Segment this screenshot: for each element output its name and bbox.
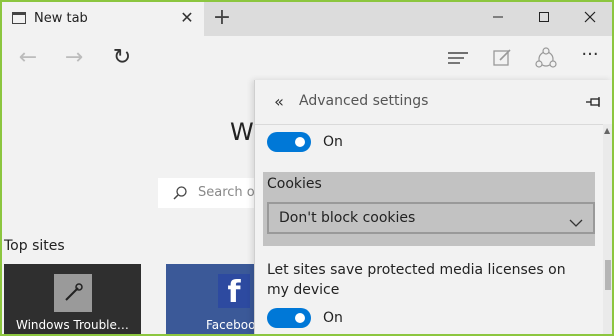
toggle-knob <box>295 137 305 147</box>
share-button[interactable] <box>532 44 560 72</box>
search-icon <box>172 185 188 205</box>
forward-button[interactable]: → <box>60 44 88 72</box>
cookies-setting: Cookies Don't block cookies <box>263 172 595 246</box>
top-sites-label: Top sites <box>4 238 65 254</box>
panel-title: Advanced settings <box>299 93 429 109</box>
media-licenses-label: Let sites save protected media licenses … <box>267 262 566 298</box>
cookies-dropdown[interactable]: Don't block cookies <box>267 202 595 234</box>
facebook-icon: f <box>218 274 250 310</box>
back-button[interactable]: ← <box>14 44 42 72</box>
browser-window: New tab ✕ + ← → ↻ ··· W Search or Top si… <box>0 0 614 336</box>
divider <box>255 124 603 125</box>
hub-button[interactable] <box>444 44 472 72</box>
panel-scrollbar[interactable]: ▲ <box>603 124 612 334</box>
toggle-knob <box>295 313 305 323</box>
web-note-button[interactable] <box>488 44 516 72</box>
chevron-down-icon <box>569 213 583 232</box>
tab-new-tab[interactable]: New tab ✕ <box>2 2 204 36</box>
search-input[interactable]: Search or <box>158 178 268 208</box>
back-icon[interactable]: « <box>269 92 289 112</box>
media-licenses-state-label: On <box>323 310 343 326</box>
minimize-button[interactable] <box>488 9 508 29</box>
new-tab-button[interactable]: + <box>210 6 234 32</box>
toggle-state-label: On <box>323 134 343 150</box>
scroll-up-icon[interactable]: ▲ <box>604 126 610 135</box>
scroll-thumb[interactable] <box>605 260 611 290</box>
more-button[interactable]: ··· <box>576 44 604 72</box>
top-site-tile-facebook[interactable]: f Facebook <box>166 264 262 334</box>
share-icon <box>535 47 557 68</box>
title-bar: New tab ✕ + <box>2 2 612 36</box>
pin-icon[interactable] <box>585 94 603 113</box>
maximize-button[interactable] <box>534 9 554 29</box>
close-tab-icon[interactable]: ✕ <box>178 9 196 27</box>
cookies-label: Cookies <box>267 176 322 192</box>
search-placeholder: Search or <box>198 185 261 200</box>
close-icon <box>584 11 596 23</box>
media-licenses-toggle[interactable] <box>267 308 311 328</box>
web-note-icon <box>493 49 511 66</box>
navigation-bar: ← → ↻ ··· <box>2 36 612 80</box>
panel-header: « Advanced settings <box>255 80 612 124</box>
close-window-button[interactable] <box>580 9 600 29</box>
advanced-settings-panel: « Advanced settings On Cookies Don't blo… <box>254 80 612 334</box>
page-heading: W <box>230 118 254 146</box>
refresh-button[interactable]: ↻ <box>108 44 136 72</box>
toggle-switch[interactable] <box>267 132 311 152</box>
wrench-icon <box>54 274 92 312</box>
top-site-tile-windows-troubleshooting[interactable]: Windows Trouble… <box>4 264 141 334</box>
tile-label: Windows Trouble… <box>16 318 129 332</box>
hub-icon <box>448 52 468 64</box>
tab-page-icon <box>12 12 26 24</box>
maximize-icon <box>539 12 549 22</box>
minimize-icon <box>493 16 503 18</box>
cookies-selected-value: Don't block cookies <box>279 210 416 226</box>
tab-title: New tab <box>34 11 88 26</box>
